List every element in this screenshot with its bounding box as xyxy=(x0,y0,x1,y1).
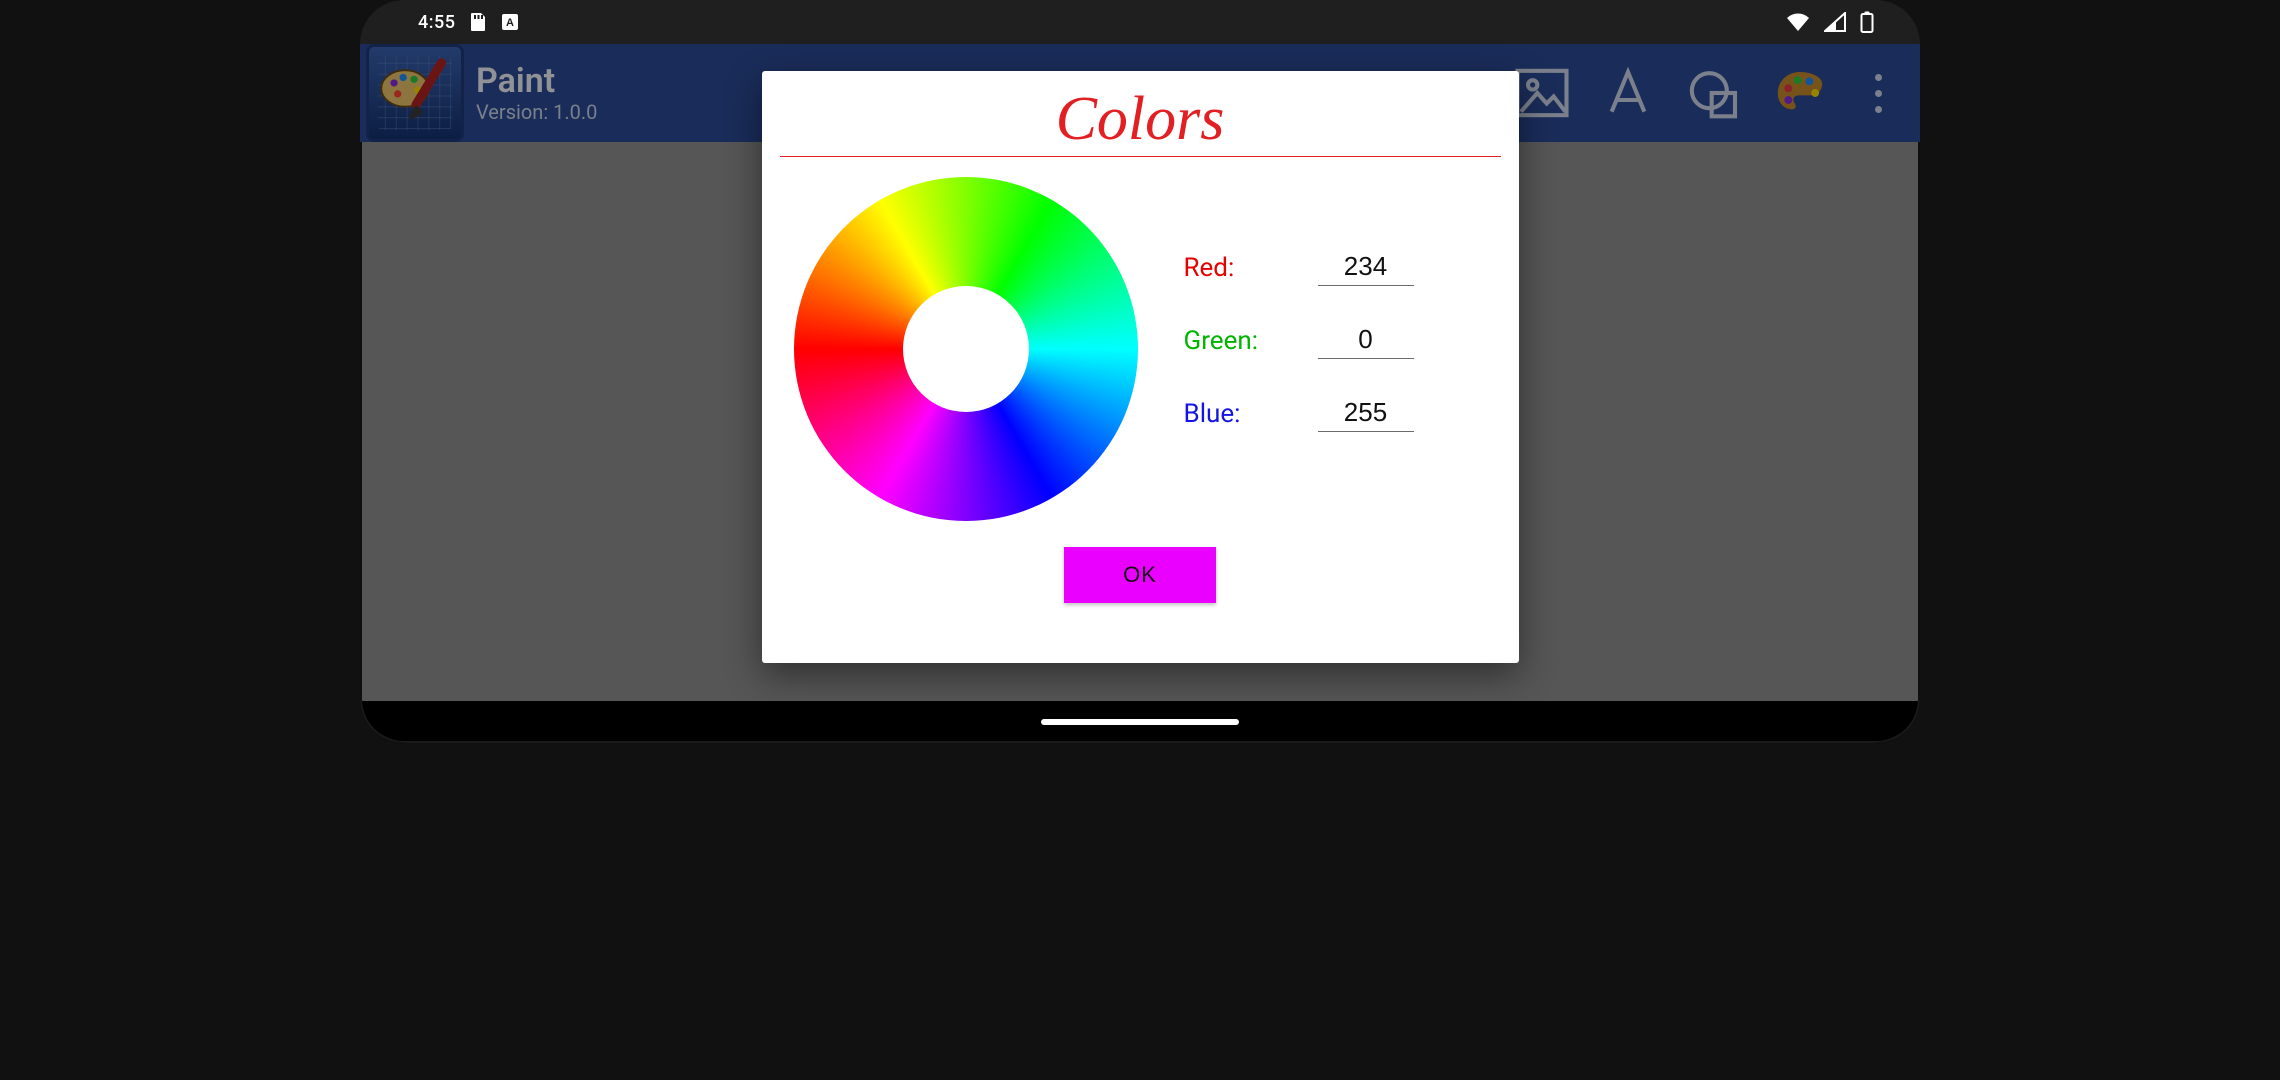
battery-icon xyxy=(1860,11,1874,33)
dialog-title: Colors xyxy=(778,87,1503,152)
rgb-inputs: Red: Green: Blue: xyxy=(1184,251,1422,432)
green-input[interactable] xyxy=(1318,324,1414,359)
keyboard-language-icon: A xyxy=(501,13,519,31)
green-label: Green: xyxy=(1184,326,1304,356)
status-clock: 4:55 xyxy=(418,12,455,33)
svg-text:A: A xyxy=(506,17,514,29)
color-picker-dialog: Colors Red: Green: Blue: OK xyxy=(762,71,1519,663)
sd-card-icon xyxy=(469,12,487,32)
modal-scrim[interactable]: Colors Red: Green: Blue: OK xyxy=(360,44,1920,701)
gesture-handle[interactable] xyxy=(1041,719,1239,725)
wifi-icon xyxy=(1786,12,1810,32)
status-bar: 4:55 A xyxy=(360,0,1920,44)
dialog-divider xyxy=(780,156,1501,157)
cell-signal-icon xyxy=(1824,12,1846,32)
color-wheel[interactable] xyxy=(792,175,1140,523)
red-input[interactable] xyxy=(1318,251,1414,286)
device-frame: 4:55 A xyxy=(360,0,1920,743)
blue-input[interactable] xyxy=(1318,397,1414,432)
blue-label: Blue: xyxy=(1184,399,1304,429)
red-label: Red: xyxy=(1184,253,1304,283)
system-nav-bar xyxy=(360,701,1920,743)
ok-button[interactable]: OK xyxy=(1064,547,1216,603)
